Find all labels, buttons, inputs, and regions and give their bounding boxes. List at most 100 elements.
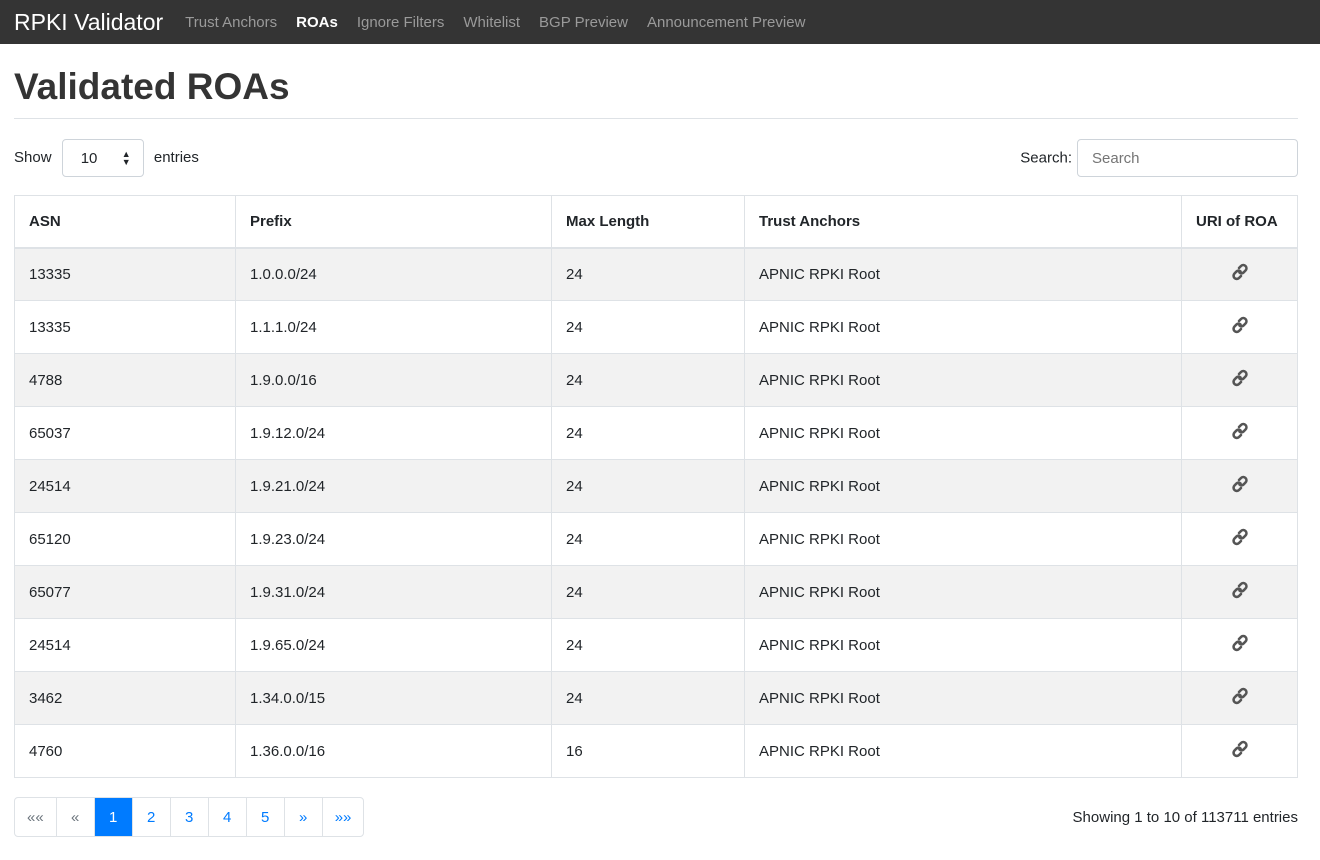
cell-max-length: 24 [551,300,745,354]
cell-asn: 65077 [14,565,236,619]
cell-uri [1181,459,1298,513]
page-button[interactable]: 3 [169,798,208,836]
table-row: 3462 1.34.0.0/15 24 APNIC RPKI Root [14,671,1298,725]
cell-uri [1181,353,1298,407]
page-button[interactable]: « [55,798,94,836]
page-button[interactable]: 1 [93,798,132,836]
search-label: Search: [1020,149,1072,167]
updown-icon: ▲ ▼ [121,149,131,167]
link-icon[interactable] [1230,740,1250,763]
cell-asn: 4760 [14,724,236,778]
table-row: 65077 1.9.31.0/24 24 APNIC RPKI Root [14,565,1298,619]
cell-trust-anchor: APNIC RPKI Root [744,671,1182,725]
cell-trust-anchor: APNIC RPKI Root [744,724,1182,778]
table-row: 24514 1.9.21.0/24 24 APNIC RPKI Root [14,459,1298,513]
cell-uri [1181,618,1298,672]
cell-trust-anchor: APNIC RPKI Root [744,512,1182,566]
cell-max-length: 24 [551,618,745,672]
cell-prefix: 1.36.0.0/16 [235,724,552,778]
link-icon[interactable] [1230,687,1250,710]
cell-max-length: 24 [551,459,745,513]
link-icon[interactable] [1230,581,1250,604]
link-icon[interactable] [1230,369,1250,392]
nav-trust-anchors[interactable]: Trust Anchors [185,14,277,31]
cell-prefix: 1.1.1.0/24 [235,300,552,354]
cell-trust-anchor: APNIC RPKI Root [744,353,1182,407]
page-button[interactable]: 2 [131,798,170,836]
cell-max-length: 24 [551,406,745,460]
page-button[interactable]: 4 [207,798,246,836]
cell-asn: 65120 [14,512,236,566]
cell-trust-anchor: APNIC RPKI Root [744,618,1182,672]
link-icon[interactable] [1230,475,1250,498]
cell-max-length: 24 [551,565,745,619]
table-row: 13335 1.0.0.0/24 24 APNIC RPKI Root [14,247,1298,301]
pagination: «« «1 2 3 4 5»»» [14,797,365,837]
link-icon[interactable] [1230,264,1250,286]
cell-max-length: 16 [551,724,745,778]
cell-asn: 24514 [14,618,236,672]
cell-prefix: 1.0.0.0/24 [235,247,552,301]
cell-max-length: 24 [551,247,745,301]
table-row: 13335 1.1.1.0/24 24 APNIC RPKI Root [14,300,1298,354]
cell-prefix: 1.9.0.0/16 [235,353,552,407]
nav-ignore-filters[interactable]: Ignore Filters [357,14,445,31]
table-row: 65120 1.9.23.0/24 24 APNIC RPKI Root [14,512,1298,566]
nav-roas[interactable]: ROAs [296,14,338,31]
link-icon[interactable] [1230,528,1250,551]
nav-announcement-preview[interactable]: Announcement Preview [647,14,805,31]
link-icon[interactable] [1230,316,1250,339]
table-row: 4788 1.9.0.0/16 24 APNIC RPKI Root [14,353,1298,407]
header-trust-anchors[interactable]: Trust Anchors [744,195,1182,249]
page-button[interactable]: » [283,798,322,836]
cell-prefix: 1.9.12.0/24 [235,406,552,460]
entries-value: 10 [80,149,98,167]
table-row: 24514 1.9.65.0/24 24 APNIC RPKI Root [14,618,1298,672]
cell-max-length: 24 [551,353,745,407]
link-icon[interactable] [1230,422,1250,445]
cell-uri [1181,671,1298,725]
cell-trust-anchor: APNIC RPKI Root [744,459,1182,513]
page-title: Validated ROAs [14,66,1298,119]
cell-asn: 65037 [14,406,236,460]
table-row: 65037 1.9.12.0/24 24 APNIC RPKI Root [14,406,1298,460]
cell-uri [1181,512,1298,566]
link-icon[interactable] [1230,634,1250,657]
search-input[interactable] [1077,139,1298,177]
cell-uri [1181,406,1298,460]
cell-asn: 4788 [14,353,236,407]
nav-whitelist[interactable]: Whitelist [463,14,520,31]
cell-trust-anchor: APNIC RPKI Root [744,247,1182,301]
cell-trust-anchor: APNIC RPKI Root [744,565,1182,619]
cell-prefix: 1.9.65.0/24 [235,618,552,672]
cell-max-length: 24 [551,512,745,566]
cell-max-length: 24 [551,671,745,725]
cell-uri [1181,724,1298,778]
show-label: Show [14,148,52,166]
cell-asn: 13335 [14,300,236,354]
cell-uri [1181,565,1298,619]
header-prefix[interactable]: Prefix [235,195,552,249]
brand[interactable]: RPKI Validator [14,9,163,36]
navbar: RPKI Validator Trust Anchors ROAs Ignore… [0,0,1320,44]
nav-bgp-preview[interactable]: BGP Preview [539,14,628,31]
cell-asn: 24514 [14,459,236,513]
header-max-length[interactable]: Max Length [551,195,745,249]
cell-prefix: 1.9.23.0/24 [235,512,552,566]
cell-trust-anchor: APNIC RPKI Root [744,406,1182,460]
cell-prefix: 1.9.31.0/24 [235,565,552,619]
cell-prefix: 1.34.0.0/15 [235,671,552,725]
header-asn[interactable]: ASN [14,195,236,249]
cell-trust-anchor: APNIC RPKI Root [744,300,1182,354]
page-button[interactable]: «« [15,798,56,836]
page-button[interactable]: »» [321,798,364,836]
roa-table: ASN Prefix Max Length Trust Anchors URI … [14,195,1298,778]
header-uri[interactable]: URI of ROA [1181,195,1298,249]
page-button[interactable]: 5 [245,798,284,836]
table-info: Showing 1 to 10 of 113711 entries [1072,808,1298,826]
table-row: 4760 1.36.0.0/16 16 APNIC RPKI Root [14,724,1298,778]
cell-uri [1181,300,1298,354]
entries-select[interactable]: 10 ▲ ▼ [61,139,144,177]
cell-asn: 13335 [14,247,236,301]
cell-prefix: 1.9.21.0/24 [235,459,552,513]
